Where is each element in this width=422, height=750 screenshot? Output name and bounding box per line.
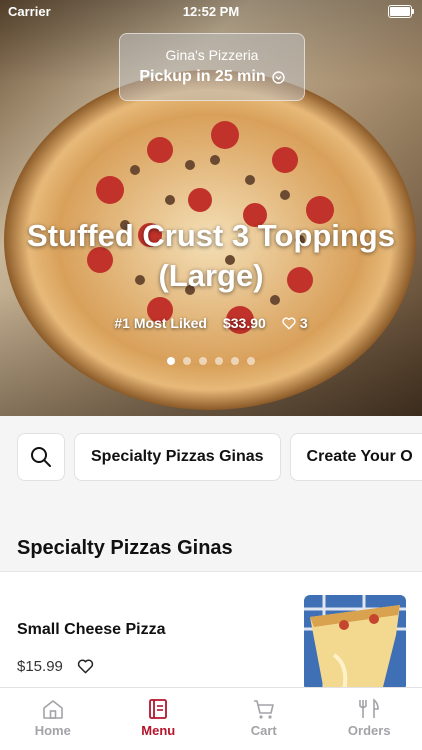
hero-banner[interactable]: Carrier 12:52 PM Gina's Pizzeria Pickup … [0,0,422,416]
category-bar: Specialty Pizzas Ginas Create Your O [17,433,422,483]
tab-menu-label: Menu [141,723,176,738]
tab-menu[interactable]: Menu [106,688,212,750]
like-button[interactable]: 3 [282,315,308,331]
chevron-circle-icon [271,70,285,84]
carousel-pagination[interactable] [0,357,422,365]
menu-list: Small Cheese Pizza $15.99 [0,571,422,692]
menu-item-image [304,595,406,691]
menu-icon [149,699,168,719]
tab-orders-label: Orders [347,723,391,738]
orders-icon [359,698,380,718]
search-button[interactable] [17,433,65,481]
carousel-dot[interactable] [183,357,191,365]
pickup-time: Pickup in 25 min [139,68,266,85]
tab-home-label: Home [34,723,71,738]
home-icon [42,700,63,719]
carousel-dot[interactable] [247,357,255,365]
category-chip-create[interactable]: Create Your O [289,433,422,481]
cart-icon [253,700,274,719]
menu-item-price: $15.99 [17,658,63,675]
search-icon [31,447,51,467]
carousel-dot[interactable] [231,357,239,365]
menu-item-name: Small Cheese Pizza [17,621,166,638]
heart-icon[interactable] [77,659,94,674]
featured-item-meta: #1 Most Liked $33.90 3 [0,315,422,331]
featured-item-title: Stuffed Crust 3 Toppings (Large) [27,218,395,293]
carousel-dot[interactable] [215,357,223,365]
carousel-dot[interactable] [167,357,175,365]
heart-icon [282,316,296,329]
category-chip-specialty[interactable]: Specialty Pizzas Ginas [74,433,281,481]
tab-cart-label: Cart [250,723,277,738]
popularity-badge: #1 Most Liked [114,315,207,331]
like-count: 3 [299,315,308,331]
tab-cart[interactable]: Cart [211,688,317,750]
status-bar: Carrier 12:52 PM [0,0,422,22]
battery-icon [388,5,414,18]
tab-bar: Home Menu Cart Orders [0,687,422,750]
carousel-dot[interactable] [199,357,207,365]
featured-price: $33.90 [222,315,266,331]
store-name: Gina's Pizzeria [165,47,259,63]
store-selector[interactable]: Gina's Pizzeria Pickup in 25 min [119,33,305,101]
section-title: Specialty Pizzas Ginas [17,537,233,559]
clock: 12:52 PM [182,4,240,19]
tab-orders[interactable]: Orders [317,688,422,750]
tab-home[interactable]: Home [0,688,106,750]
